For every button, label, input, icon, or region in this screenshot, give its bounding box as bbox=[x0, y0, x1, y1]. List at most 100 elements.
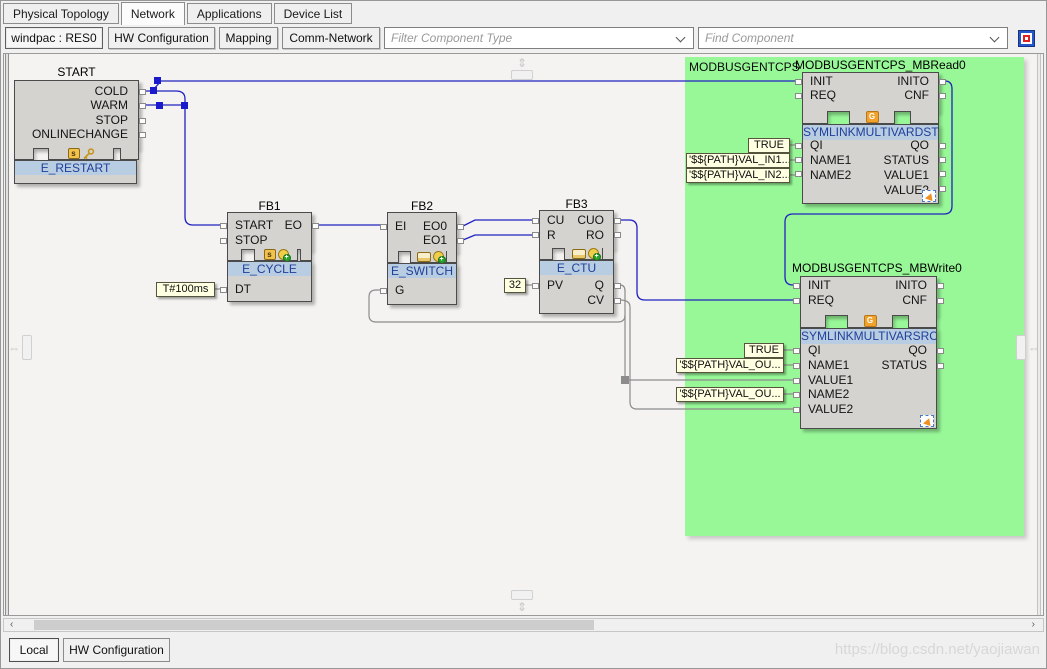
scroll-left-icon[interactable]: ‹ bbox=[10, 619, 13, 631]
tab-device-list[interactable]: Device List bbox=[273, 3, 353, 24]
wire-fb2-eo1-to-fb3-r[interactable] bbox=[462, 234, 533, 241]
pin-eo[interactable] bbox=[312, 223, 319, 229]
pin-qo[interactable] bbox=[939, 143, 946, 149]
chevron-down-icon[interactable] bbox=[675, 32, 686, 43]
pin-init[interactable] bbox=[795, 79, 802, 85]
pin-eo1[interactable] bbox=[457, 238, 464, 244]
pin-name1[interactable] bbox=[795, 157, 802, 163]
wire-handle-gray[interactable] bbox=[621, 376, 629, 384]
pin-warm[interactable] bbox=[139, 103, 146, 109]
fb-instance-name[interactable]: MODBUSGENTCPS_MBWrite0 bbox=[792, 261, 962, 275]
chevron-down-icon[interactable] bbox=[989, 32, 1000, 43]
wire-handle[interactable] bbox=[150, 87, 157, 94]
pin-cnf[interactable] bbox=[937, 298, 944, 304]
fb2-data-body[interactable]: E_SWITCH G bbox=[380, 263, 457, 305]
pin-start[interactable] bbox=[220, 223, 227, 229]
pin-cv[interactable] bbox=[614, 298, 621, 304]
pin-value1[interactable] bbox=[939, 171, 946, 177]
find-component-combobox[interactable]: Find Component bbox=[698, 27, 1008, 49]
pin-r[interactable] bbox=[532, 232, 539, 238]
scroll-right-icon[interactable]: › bbox=[1032, 619, 1035, 631]
pin-qo[interactable] bbox=[937, 348, 944, 354]
mbwrite-data-body[interactable]: SYMLINKMULTIVARSRC QI NAME1 VALUE1 NAME2… bbox=[793, 328, 944, 429]
pin-req[interactable] bbox=[793, 298, 800, 304]
pin-cold[interactable] bbox=[139, 89, 146, 95]
tab-physical-topology[interactable]: Physical Topology bbox=[3, 3, 119, 24]
pin-qi[interactable] bbox=[793, 348, 800, 354]
fb1-event-body[interactable]: START STOP EO bbox=[220, 212, 319, 250]
pan-handle-top[interactable]: ⇕ bbox=[508, 56, 536, 80]
pin-value1[interactable] bbox=[793, 378, 800, 384]
pin-req[interactable] bbox=[795, 93, 802, 99]
mbread-data-body[interactable]: SYMLINKMULTIVARDST QI NAME1 NAME2 QO STA… bbox=[795, 124, 946, 204]
pin-value2[interactable] bbox=[793, 407, 800, 413]
value-box-dt[interactable]: T#100ms bbox=[156, 282, 215, 297]
pin-cu[interactable] bbox=[532, 218, 539, 224]
value-box-name2[interactable]: '$${PATH}VAL_IN2... bbox=[686, 168, 790, 183]
pin-status[interactable] bbox=[939, 157, 946, 163]
pin-value2[interactable] bbox=[939, 186, 946, 192]
resource-button[interactable]: windpac : RES0 bbox=[5, 27, 103, 49]
pin-onlinechange[interactable] bbox=[139, 132, 146, 138]
pin-cuo[interactable] bbox=[614, 218, 621, 224]
highlight-target-button[interactable] bbox=[1018, 30, 1035, 47]
value-box-name1[interactable]: '$${PATH}VAL_IN1... bbox=[686, 153, 790, 168]
wire-handle[interactable] bbox=[156, 102, 163, 109]
wire-warm-to-fb1-start[interactable] bbox=[145, 104, 221, 226]
wire-fb3-cuo-to-mbwrite-req[interactable] bbox=[620, 219, 794, 301]
pin-stop[interactable] bbox=[139, 118, 146, 124]
pin-q[interactable] bbox=[614, 283, 621, 289]
comm-network-button[interactable]: Comm-Network bbox=[282, 27, 380, 49]
mapping-button[interactable]: Mapping bbox=[219, 27, 278, 49]
fb-instance-name[interactable]: START bbox=[14, 65, 139, 79]
fb-instance-name[interactable]: FB3 bbox=[539, 197, 614, 211]
pin-qi[interactable] bbox=[795, 143, 802, 149]
pin-eo0[interactable] bbox=[457, 224, 464, 230]
fb-instance-name[interactable]: FB2 bbox=[387, 199, 457, 213]
pan-handle-left[interactable]: ⇔ bbox=[8, 335, 34, 360]
fb3-event-body[interactable]: CU R CUO RO bbox=[532, 210, 621, 249]
pin-dt[interactable] bbox=[220, 287, 227, 293]
pin-ro[interactable] bbox=[614, 232, 621, 238]
network-diagram-canvas[interactable]: MODBUSGENTCPS START COLD WARM STOP ONLIN… bbox=[3, 53, 1044, 616]
fb3-data-body[interactable]: E_CTU PV Q CV bbox=[532, 260, 621, 314]
filter-component-combobox[interactable]: Filter Component Type bbox=[384, 27, 694, 49]
wire-cold-to-mbread-init[interactable] bbox=[152, 80, 796, 91]
pin-name2[interactable] bbox=[795, 171, 802, 177]
value-box-qi[interactable]: TRUE bbox=[748, 138, 790, 153]
wire-fb2-eo0-to-fb3-cu[interactable] bbox=[462, 219, 533, 227]
fb-start-event-body[interactable]: COLD WARM STOP ONLINECHANGE bbox=[14, 80, 146, 149]
fb1-data-body[interactable]: E_CYCLE DT bbox=[220, 261, 312, 302]
pin-status[interactable] bbox=[937, 363, 944, 369]
pin-init[interactable] bbox=[793, 283, 800, 289]
pin-stop[interactable] bbox=[220, 238, 227, 244]
scrollbar-thumb[interactable] bbox=[34, 620, 594, 630]
tab-applications[interactable]: Applications bbox=[186, 3, 272, 24]
tab-network[interactable]: Network bbox=[120, 2, 185, 25]
value-box-qi[interactable]: TRUE bbox=[744, 343, 784, 358]
pin-g[interactable] bbox=[380, 288, 387, 294]
fb-start-type-body[interactable]: E_RESTART bbox=[14, 160, 137, 184]
fb-instance-name[interactable]: FB1 bbox=[227, 199, 312, 213]
hw-configuration-button[interactable]: HW Configuration bbox=[108, 27, 215, 49]
value-box-pv[interactable]: 32 bbox=[504, 278, 526, 293]
pin-name1[interactable] bbox=[793, 363, 800, 369]
mbwrite-event-body[interactable]: INIT REQ INITO CNF bbox=[793, 276, 944, 316]
horizontal-scrollbar[interactable]: ‹ › bbox=[3, 618, 1044, 632]
pin-name2[interactable] bbox=[793, 392, 800, 398]
value-box-name1[interactable]: '$${PATH}VAL_OU... bbox=[676, 358, 784, 373]
wire-handle[interactable] bbox=[181, 102, 188, 109]
statusbar-tab-local[interactable]: Local bbox=[9, 638, 59, 662]
fb-instance-name[interactable]: MODBUSGENTCPS_MBRead0 bbox=[795, 58, 966, 72]
mbread-event-body[interactable]: INIT REQ INITO CNF bbox=[795, 72, 946, 112]
statusbar-tab-hw-configuration[interactable]: HW Configuration bbox=[63, 638, 170, 662]
pin-inito[interactable] bbox=[939, 79, 946, 85]
pin-pv[interactable] bbox=[532, 283, 539, 289]
wire-handle[interactable] bbox=[154, 77, 161, 84]
value-box-name2[interactable]: '$${PATH}VAL_OU... bbox=[676, 387, 784, 402]
pan-handle-bottom[interactable]: ⇕ bbox=[508, 590, 536, 614]
pin-cnf[interactable] bbox=[939, 93, 946, 99]
pin-inito[interactable] bbox=[937, 283, 944, 289]
pin-ei[interactable] bbox=[380, 224, 387, 230]
pan-handle-right[interactable]: ⇔ bbox=[1016, 335, 1042, 360]
